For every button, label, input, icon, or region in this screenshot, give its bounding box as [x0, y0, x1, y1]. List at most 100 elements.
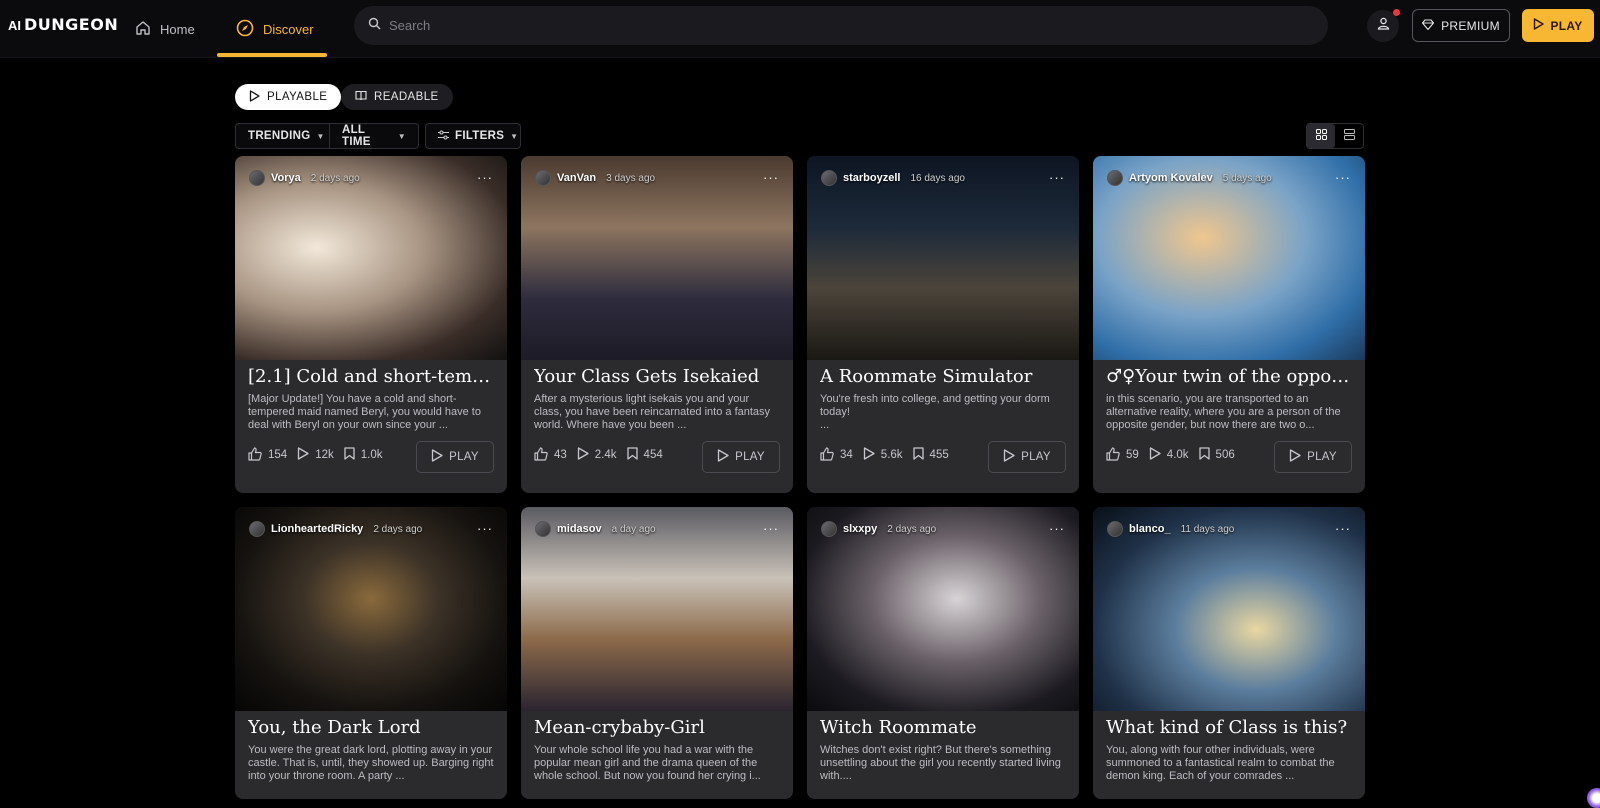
author-name[interactable]: midasov — [557, 523, 602, 535]
scenario-cover-image[interactable] — [521, 507, 793, 711]
save-stat[interactable]: 506 — [1198, 447, 1235, 463]
like-stat[interactable]: 43 — [534, 446, 567, 464]
scenario-cover-image[interactable] — [807, 156, 1079, 360]
author-name[interactable]: blanco_ — [1129, 523, 1171, 535]
search-bar[interactable] — [354, 6, 1328, 45]
grid-view-button[interactable] — [1307, 124, 1335, 148]
more-icon[interactable]: ··· — [1049, 522, 1065, 535]
logo[interactable]: AI DUNGEON — [8, 15, 118, 34]
scenario-card[interactable]: midasov a day ago ··· Mean-crybaby-Girl Your… — [521, 507, 793, 799]
like-count: 43 — [554, 449, 567, 461]
scenario-title[interactable]: Mean-crybaby-Girl — [534, 717, 784, 738]
card-header: slxxpy 2 days ago ··· — [821, 521, 1065, 537]
save-stat[interactable]: 454 — [626, 447, 663, 463]
scenario-cover-image[interactable] — [1093, 156, 1365, 360]
play-count: 2.4k — [594, 449, 617, 461]
list-icon — [1343, 127, 1355, 145]
more-icon[interactable]: ··· — [763, 171, 779, 184]
play-stat: 2.4k — [577, 447, 617, 463]
play-count: 4.0k — [1166, 449, 1189, 461]
scenario-cover-image[interactable] — [235, 156, 507, 360]
thumbs-up-icon — [1106, 446, 1126, 464]
scenario-card[interactable]: Vorya 2 days ago ··· [2.1] Cold and short-t… — [235, 156, 507, 493]
like-stat[interactable]: 34 — [820, 446, 853, 464]
like-stat[interactable]: 59 — [1106, 446, 1139, 464]
tab-readable[interactable]: READABLE — [341, 84, 453, 110]
avatar[interactable] — [1107, 521, 1123, 537]
author-name[interactable]: Artyom Kovalev — [1129, 172, 1213, 184]
scenario-card[interactable]: starboyzell 16 days ago ··· A Roommate Simu… — [807, 156, 1079, 493]
scenario-title[interactable]: Your Class Gets Isekaied — [534, 366, 784, 387]
book-icon — [355, 90, 374, 104]
scenario-title[interactable]: ♂♀Your twin of the opposit… — [1106, 366, 1356, 387]
more-icon[interactable]: ··· — [477, 522, 493, 535]
scenario-card[interactable]: blanco_ 11 days ago ··· What kind of Class … — [1093, 507, 1365, 799]
play-icon — [1533, 18, 1550, 33]
author-name[interactable]: Vorya — [271, 172, 301, 184]
save-stat[interactable]: 455 — [912, 447, 949, 463]
more-icon[interactable]: ··· — [477, 171, 493, 184]
more-icon[interactable]: ··· — [763, 522, 779, 535]
play-count: 5.6k — [880, 449, 903, 461]
avatar[interactable] — [821, 521, 837, 537]
avatar[interactable] — [535, 170, 551, 186]
scenario-card[interactable]: VanVan 3 days ago ··· Your Class Gets Iseka… — [521, 156, 793, 493]
save-stat[interactable]: 1.0k — [344, 447, 382, 463]
avatar[interactable] — [249, 170, 265, 186]
scenario-title[interactable]: You, the Dark Lord — [248, 717, 498, 738]
author-name[interactable]: LionheartedRicky — [271, 523, 363, 535]
scenario-card[interactable]: slxxpy 2 days ago ··· Witch Roommate Witches… — [807, 507, 1079, 799]
more-icon[interactable]: ··· — [1049, 171, 1065, 184]
more-icon[interactable]: ··· — [1335, 522, 1351, 535]
scenario-cover-image[interactable] — [521, 156, 793, 360]
card-play-button[interactable]: PLAY — [988, 441, 1066, 473]
filters-label: FILTERS — [455, 130, 505, 142]
author-name[interactable]: slxxpy — [843, 523, 877, 535]
card-play-label: PLAY — [1021, 451, 1051, 463]
notification-dot — [1393, 9, 1400, 16]
avatar[interactable] — [249, 521, 265, 537]
list-view-button[interactable] — [1335, 124, 1363, 148]
tab-playable[interactable]: PLAYABLE — [235, 84, 342, 110]
scenario-cover-image[interactable] — [1093, 507, 1365, 711]
scenario-card[interactable]: Artyom Kovalev 5 days ago ··· ♂♀Your twin o… — [1093, 156, 1365, 493]
search-input[interactable] — [389, 18, 1289, 33]
published-time: 5 days ago — [1222, 172, 1272, 184]
bookmark-icon — [912, 447, 930, 463]
avatar[interactable] — [535, 521, 551, 537]
active-tab-indicator — [217, 53, 327, 57]
sort-dropdown[interactable]: TRENDING ▼ — [235, 123, 330, 149]
search-icon — [368, 17, 381, 35]
play-icon — [1289, 449, 1307, 465]
time-range-dropdown[interactable]: ALL TIME ▼ — [330, 123, 419, 149]
more-icon[interactable]: ··· — [1335, 171, 1351, 184]
card-play-button[interactable]: PLAY — [416, 441, 494, 473]
premium-label: PREMIUM — [1441, 18, 1500, 33]
assistant-orb[interactable] — [1587, 788, 1600, 808]
nav-home[interactable]: Home — [135, 0, 195, 58]
scenario-title[interactable]: A Roommate Simulator — [820, 366, 1070, 387]
author-name[interactable]: starboyzell — [843, 172, 900, 184]
premium-button[interactable]: PREMIUM — [1412, 9, 1510, 42]
nav-discover[interactable]: Discover — [236, 0, 314, 58]
avatar[interactable] — [1107, 170, 1123, 186]
scenario-title[interactable]: What kind of Class is this? — [1106, 717, 1356, 738]
filters-dropdown[interactable]: FILTERS ▼ — [425, 123, 521, 149]
scenario-card[interactable]: LionheartedRicky 2 days ago ··· You, the Da… — [235, 507, 507, 799]
like-stat[interactable]: 154 — [248, 446, 287, 464]
published-time: 2 days ago — [887, 523, 937, 535]
published-time: 16 days ago — [910, 172, 965, 184]
author-name[interactable]: VanVan — [557, 172, 596, 184]
play-count: 12k — [315, 449, 334, 461]
published-time: a day ago — [611, 523, 656, 535]
scenario-title[interactable]: Witch Roommate — [820, 717, 1070, 738]
scenario-title[interactable]: [2.1] Cold and short-tempe… — [248, 366, 498, 387]
card-play-button[interactable]: PLAY — [702, 441, 780, 473]
grid-icon — [1315, 127, 1327, 145]
scenario-cover-image[interactable] — [235, 507, 507, 711]
play-button[interactable]: PLAY — [1522, 9, 1594, 42]
scenario-cover-image[interactable] — [807, 507, 1079, 711]
card-stats: 59 4.0k 506 — [1106, 446, 1245, 464]
card-play-button[interactable]: PLAY — [1274, 441, 1352, 473]
avatar[interactable] — [821, 170, 837, 186]
